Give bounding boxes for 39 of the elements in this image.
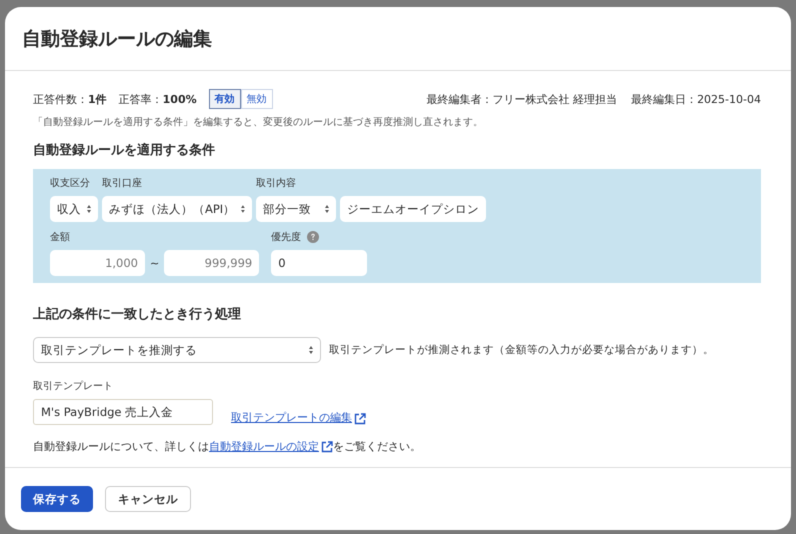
last-editor-text: 最終編集者：フリー株式会社 経理担当 [426, 92, 618, 106]
field-label: 取引テンプレート [33, 380, 114, 393]
cancel-button[interactable]: キャンセル [105, 486, 191, 512]
help-icon[interactable] [307, 231, 320, 243]
select-field[interactable]: 部分一致 [256, 196, 336, 222]
select-arrows-icon [325, 205, 329, 213]
field-label: 取引内容 [256, 176, 297, 190]
action-select[interactable]: 取引テンプレートを推測する [33, 337, 321, 363]
field-label: 収支区分 [50, 176, 91, 190]
select-arrows-icon [87, 205, 91, 213]
select-field[interactable]: みずほ（法人）（API） [102, 196, 252, 222]
last-edited-date: 最終編集日：2025-10-04 [631, 92, 761, 106]
priority-field[interactable]: 0 [271, 250, 368, 276]
select-field[interactable]: 収入 [50, 196, 98, 222]
hint-text: 取引テンプレートが推測されます（金額等の入力が必要な場合があります）。 [329, 343, 714, 357]
external-link-icon[interactable] [354, 413, 366, 425]
status-toggle-button[interactable]: 有効 [208, 89, 241, 109]
field-label: 優先度 [271, 230, 302, 244]
field-label: 取引口座 [102, 176, 143, 190]
section-heading: 自動登録ルールを適用する条件 [33, 142, 216, 159]
select-arrows-icon [309, 346, 313, 354]
status-toggle-button[interactable]: 無効 [240, 89, 273, 109]
save-button[interactable]: 保存する [21, 486, 93, 512]
external-link-icon[interactable] [321, 440, 333, 452]
amount-max-field[interactable]: 999,999 [164, 250, 260, 276]
help-paragraph: 自動登録ルールについて、詳しくは 自動登録ルールの設定 をご覧ください。 [33, 439, 422, 454]
select-arrows-icon [241, 205, 245, 213]
template-field[interactable]: M's PayBridge 売上入金 [33, 399, 213, 425]
amount-min-field[interactable]: 1,000 [50, 250, 145, 276]
dialog-title: 自動登録ルールの編集 [22, 26, 212, 52]
range-separator: ~ [150, 256, 160, 270]
section-heading: 上記の条件に一致したとき行う処理 [33, 306, 242, 323]
stat-text: 正答率：100% [118, 92, 197, 106]
field-label: 金額 [50, 230, 71, 244]
note-text: 「自動登録ルールを適用する条件」を編集すると、変更後のルールに基づき再度推測し直されます。 [33, 116, 484, 129]
input-field[interactable]: ジーエムオーイプシロン [340, 196, 486, 222]
edit-template-link[interactable]: 取引テンプレートの編集 [231, 410, 352, 425]
stat-text: 正答件数：1件 [33, 92, 107, 106]
rule-settings-link[interactable]: 自動登録ルールの設定 [209, 439, 319, 454]
